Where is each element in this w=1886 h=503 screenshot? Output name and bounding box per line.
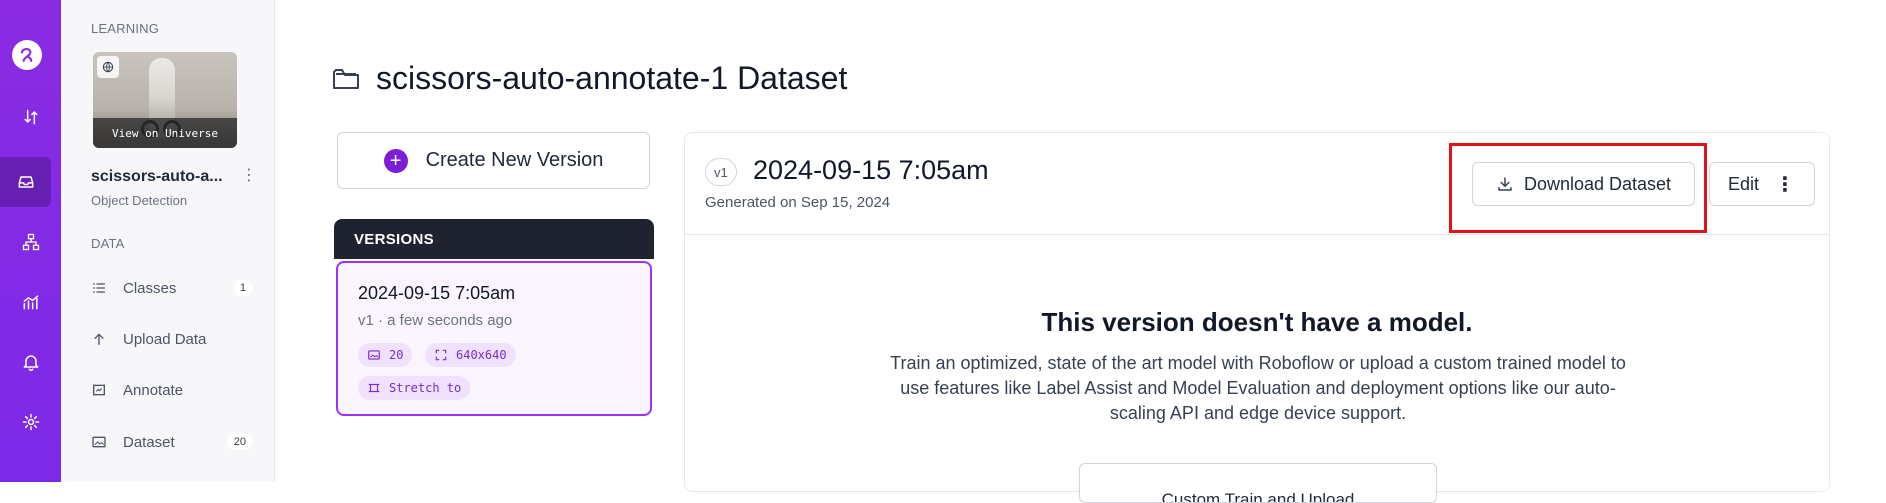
project-type: Object Detection xyxy=(91,193,188,208)
annotate-icon xyxy=(93,384,105,396)
project-menu-icon[interactable]: ⋮ xyxy=(241,165,257,185)
bell-icon[interactable] xyxy=(0,337,61,387)
version-card-subtitle: v1 · a few seconds ago xyxy=(358,312,513,329)
page-title: scissors-auto-annotate-1 Dataset xyxy=(332,60,847,97)
sidebar-item-classes[interactable]: Classes 1 xyxy=(91,273,261,303)
gear-icon[interactable] xyxy=(0,397,61,447)
sidebar-item-label: Upload Data xyxy=(123,330,207,348)
list-icon xyxy=(93,283,105,293)
sidebar-item-annotate[interactable]: Annotate xyxy=(91,375,261,405)
inbox-icon[interactable] xyxy=(0,157,51,207)
chip-image-count: 20 xyxy=(358,343,413,367)
crop-icon xyxy=(368,383,380,393)
upload-icon xyxy=(94,333,104,345)
create-new-version-button[interactable]: + Create New Version xyxy=(337,132,650,189)
version-card-title: 2024-09-15 7:05am xyxy=(358,283,516,303)
version-badge: v1 xyxy=(705,158,737,186)
version-title: 2024-09-15 7:05am xyxy=(753,155,989,185)
globe-icon xyxy=(97,56,119,78)
resize-icon xyxy=(435,349,447,361)
chip-resolution: 640x640 xyxy=(425,343,516,367)
no-model-title: This version doesn't have a model. xyxy=(1041,307,1473,337)
edit-button[interactable]: Edit ⋮ xyxy=(1709,162,1815,206)
sidebar-item-label: Dataset xyxy=(123,433,175,451)
more-options-icon[interactable]: ⋮ xyxy=(1775,172,1795,197)
image-icon xyxy=(368,350,380,360)
hierarchy-icon[interactable] xyxy=(0,217,61,267)
versions-header: VERSIONS xyxy=(334,219,654,259)
divider xyxy=(685,234,1829,235)
sidebar-item-label: Classes xyxy=(123,279,177,297)
chip-resize-mode: Stretch to xyxy=(358,376,471,400)
version-card[interactable]: 2024-09-15 7:05am v1 · a few seconds ago… xyxy=(336,261,652,416)
section-label-learning: LEARNING xyxy=(91,21,160,36)
sidebar-item-dataset[interactable]: Dataset 20 xyxy=(91,427,261,457)
folder-icon xyxy=(333,68,359,89)
count-badge: 1 xyxy=(232,280,253,296)
project-sidebar: LEARNING View on Universe scissors-auto-… xyxy=(61,0,275,482)
highlight-box xyxy=(1449,143,1707,233)
view-on-universe-link[interactable]: View on Universe xyxy=(93,118,237,148)
versions-list: VERSIONS 2024-09-15 7:05am v1 · a few se… xyxy=(334,219,654,419)
project-thumbnail[interactable]: View on Universe xyxy=(93,52,237,148)
icon-rail xyxy=(0,0,61,482)
no-model-description: Train an optimized, state of the art mod… xyxy=(890,353,1626,423)
custom-train-upload-label: Custom Train and Upload xyxy=(1161,490,1355,503)
plus-icon: + xyxy=(383,148,408,173)
page-title-text: scissors-auto-annotate-1 Dataset xyxy=(376,60,848,96)
logo-icon[interactable] xyxy=(12,40,42,70)
sidebar-item-label: Annotate xyxy=(123,381,184,399)
image-icon xyxy=(92,436,106,448)
generated-date: Generated on Sep 15, 2024 xyxy=(705,194,891,211)
sidebar-item-upload-data[interactable]: Upload Data xyxy=(91,324,261,354)
count-badge: 20 xyxy=(226,434,253,450)
custom-train-upload-button[interactable]: Custom Train and Upload xyxy=(1079,463,1437,503)
create-new-version-label: Create New Version xyxy=(425,149,604,171)
edit-label: Edit xyxy=(1728,173,1760,194)
section-label-data: DATA xyxy=(91,236,125,251)
sort-icon[interactable] xyxy=(0,92,61,142)
project-name: scissors-auto-a... xyxy=(91,168,223,185)
analytics-icon[interactable] xyxy=(0,277,61,327)
